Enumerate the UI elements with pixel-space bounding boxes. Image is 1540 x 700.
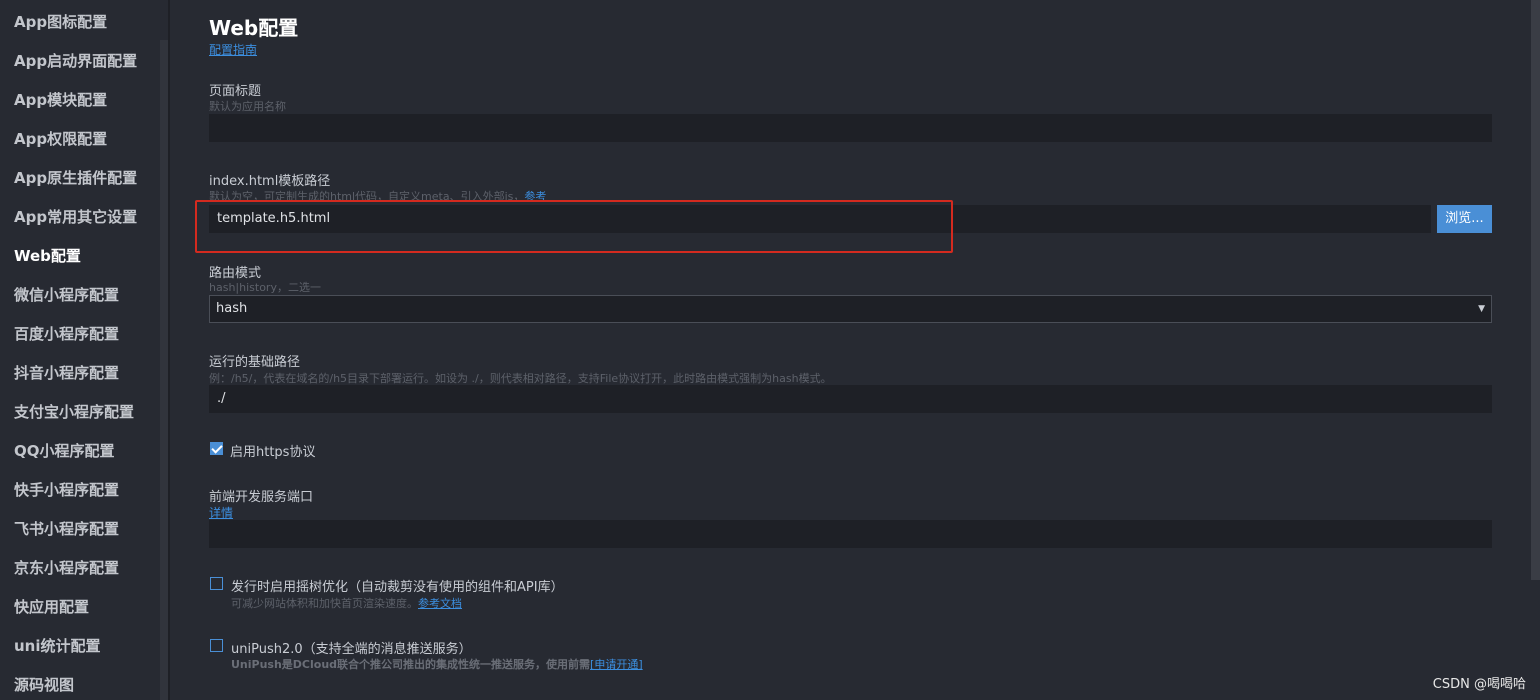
sidebar-item-baidu[interactable]: 百度小程序配置 bbox=[14, 315, 154, 354]
sidebar-item-alipay[interactable]: 支付宝小程序配置 bbox=[14, 393, 154, 432]
base-path-label: 运行的基础路径 bbox=[209, 355, 301, 370]
page-title-input[interactable] bbox=[209, 114, 1492, 142]
sidebar-item-app-other[interactable]: App常用其它设置 bbox=[14, 198, 154, 237]
base-path-hint: 例：/h5/，代表在域名的/h5目录下部署运行。如设为 ./，则代表相对路径，支… bbox=[209, 372, 832, 385]
unipush-apply-link[interactable]: [申请开通] bbox=[590, 658, 643, 671]
sidebar-item-app-permissions[interactable]: App权限配置 bbox=[14, 120, 154, 159]
dev-port-input[interactable] bbox=[209, 520, 1492, 548]
router-mode-hint: hash|history，二选一 bbox=[209, 281, 321, 294]
sidebar-item-source-view[interactable]: 源码视图 bbox=[14, 666, 154, 700]
page-title-hint: 默认为应用名称 bbox=[209, 100, 286, 113]
template-path-label: index.html模板路径 bbox=[209, 174, 331, 189]
router-mode-select[interactable]: hash ▼ bbox=[209, 295, 1492, 323]
sidebar-item-quickapp[interactable]: 快应用配置 bbox=[14, 588, 154, 627]
main-scrollbar[interactable] bbox=[1531, 0, 1540, 580]
page-title: Web配置 bbox=[209, 16, 299, 40]
unipush-checkbox[interactable] bbox=[210, 639, 223, 652]
template-path-hint-text: 默认为空，可定制生成的html代码，自定义meta、引入外部js， bbox=[209, 190, 525, 203]
sidebar-item-douyin[interactable]: 抖音小程序配置 bbox=[14, 354, 154, 393]
watermark: CSDN @喝喝哈 bbox=[1432, 677, 1526, 692]
sidebar-item-kuaishou[interactable]: 快手小程序配置 bbox=[14, 471, 154, 510]
page-title-label: 页面标题 bbox=[209, 84, 262, 99]
template-reference-link[interactable]: 参考 bbox=[524, 190, 546, 203]
unipush-label: uniPush2.0（支持全端的消息推送服务） bbox=[231, 642, 472, 657]
unipush-hint: UniPush是DCloud联合个推公司推出的集成性统一推送服务，使用前需[申请… bbox=[231, 656, 643, 672]
sidebar-item-uni-stat[interactable]: uni统计配置 bbox=[14, 627, 154, 666]
sidebar-item-jd[interactable]: 京东小程序配置 bbox=[14, 549, 154, 588]
browse-button[interactable]: 浏览... bbox=[1437, 205, 1492, 233]
treeshake-checkbox[interactable] bbox=[210, 577, 223, 590]
dev-port-details-link[interactable]: 详情 bbox=[209, 504, 233, 521]
chevron-down-icon: ▼ bbox=[1478, 304, 1485, 314]
https-label: 启用https协议 bbox=[230, 445, 316, 460]
treeshake-label: 发行时启用摇树优化（自动裁剪没有使用的组件和API库） bbox=[231, 580, 564, 595]
treeshake-hint: 可减少网站体积和加快首页渲染速度。参考文档 bbox=[231, 595, 462, 611]
sidebar-item-web[interactable]: Web配置 bbox=[14, 237, 154, 276]
template-path-input[interactable]: template.h5.html bbox=[209, 205, 1431, 233]
template-path-hint: 默认为空，可定制生成的html代码，自定义meta、引入外部js，参考 bbox=[209, 188, 546, 204]
router-mode-selected-value: hash bbox=[216, 301, 248, 316]
sidebar-item-app-native-plugins[interactable]: App原生插件配置 bbox=[14, 159, 154, 198]
sidebar-item-app-splash[interactable]: App启动界面配置 bbox=[14, 42, 154, 81]
treeshake-hint-text: 可减少网站体积和加快首页渲染速度。 bbox=[231, 597, 418, 610]
sidebar-item-qq[interactable]: QQ小程序配置 bbox=[14, 432, 154, 471]
config-guide-link[interactable]: 配置指南 bbox=[209, 41, 257, 58]
unipush-hint-text: UniPush是DCloud联合个推公司推出的集成性统一推送服务，使用前需 bbox=[231, 658, 591, 671]
treeshake-docs-link[interactable]: 参考文档 bbox=[418, 597, 462, 610]
settings-sidebar: App图标配置 App启动界面配置 App模块配置 App权限配置 App原生插… bbox=[0, 0, 160, 700]
sidebar-scrollbar[interactable] bbox=[160, 40, 168, 700]
base-path-input[interactable]: ./ bbox=[209, 385, 1492, 413]
sidebar-item-app-modules[interactable]: App模块配置 bbox=[14, 81, 154, 120]
https-checkbox[interactable] bbox=[210, 442, 223, 455]
sidebar-item-app-icon[interactable]: App图标配置 bbox=[14, 3, 154, 42]
sidebar-item-weixin[interactable]: 微信小程序配置 bbox=[14, 276, 154, 315]
web-config-panel: Web配置 配置指南 页面标题 默认为应用名称 index.html模板路径 默… bbox=[170, 0, 1530, 700]
sidebar-item-feishu[interactable]: 飞书小程序配置 bbox=[14, 510, 154, 549]
dev-port-label: 前端开发服务端口 bbox=[209, 490, 314, 505]
